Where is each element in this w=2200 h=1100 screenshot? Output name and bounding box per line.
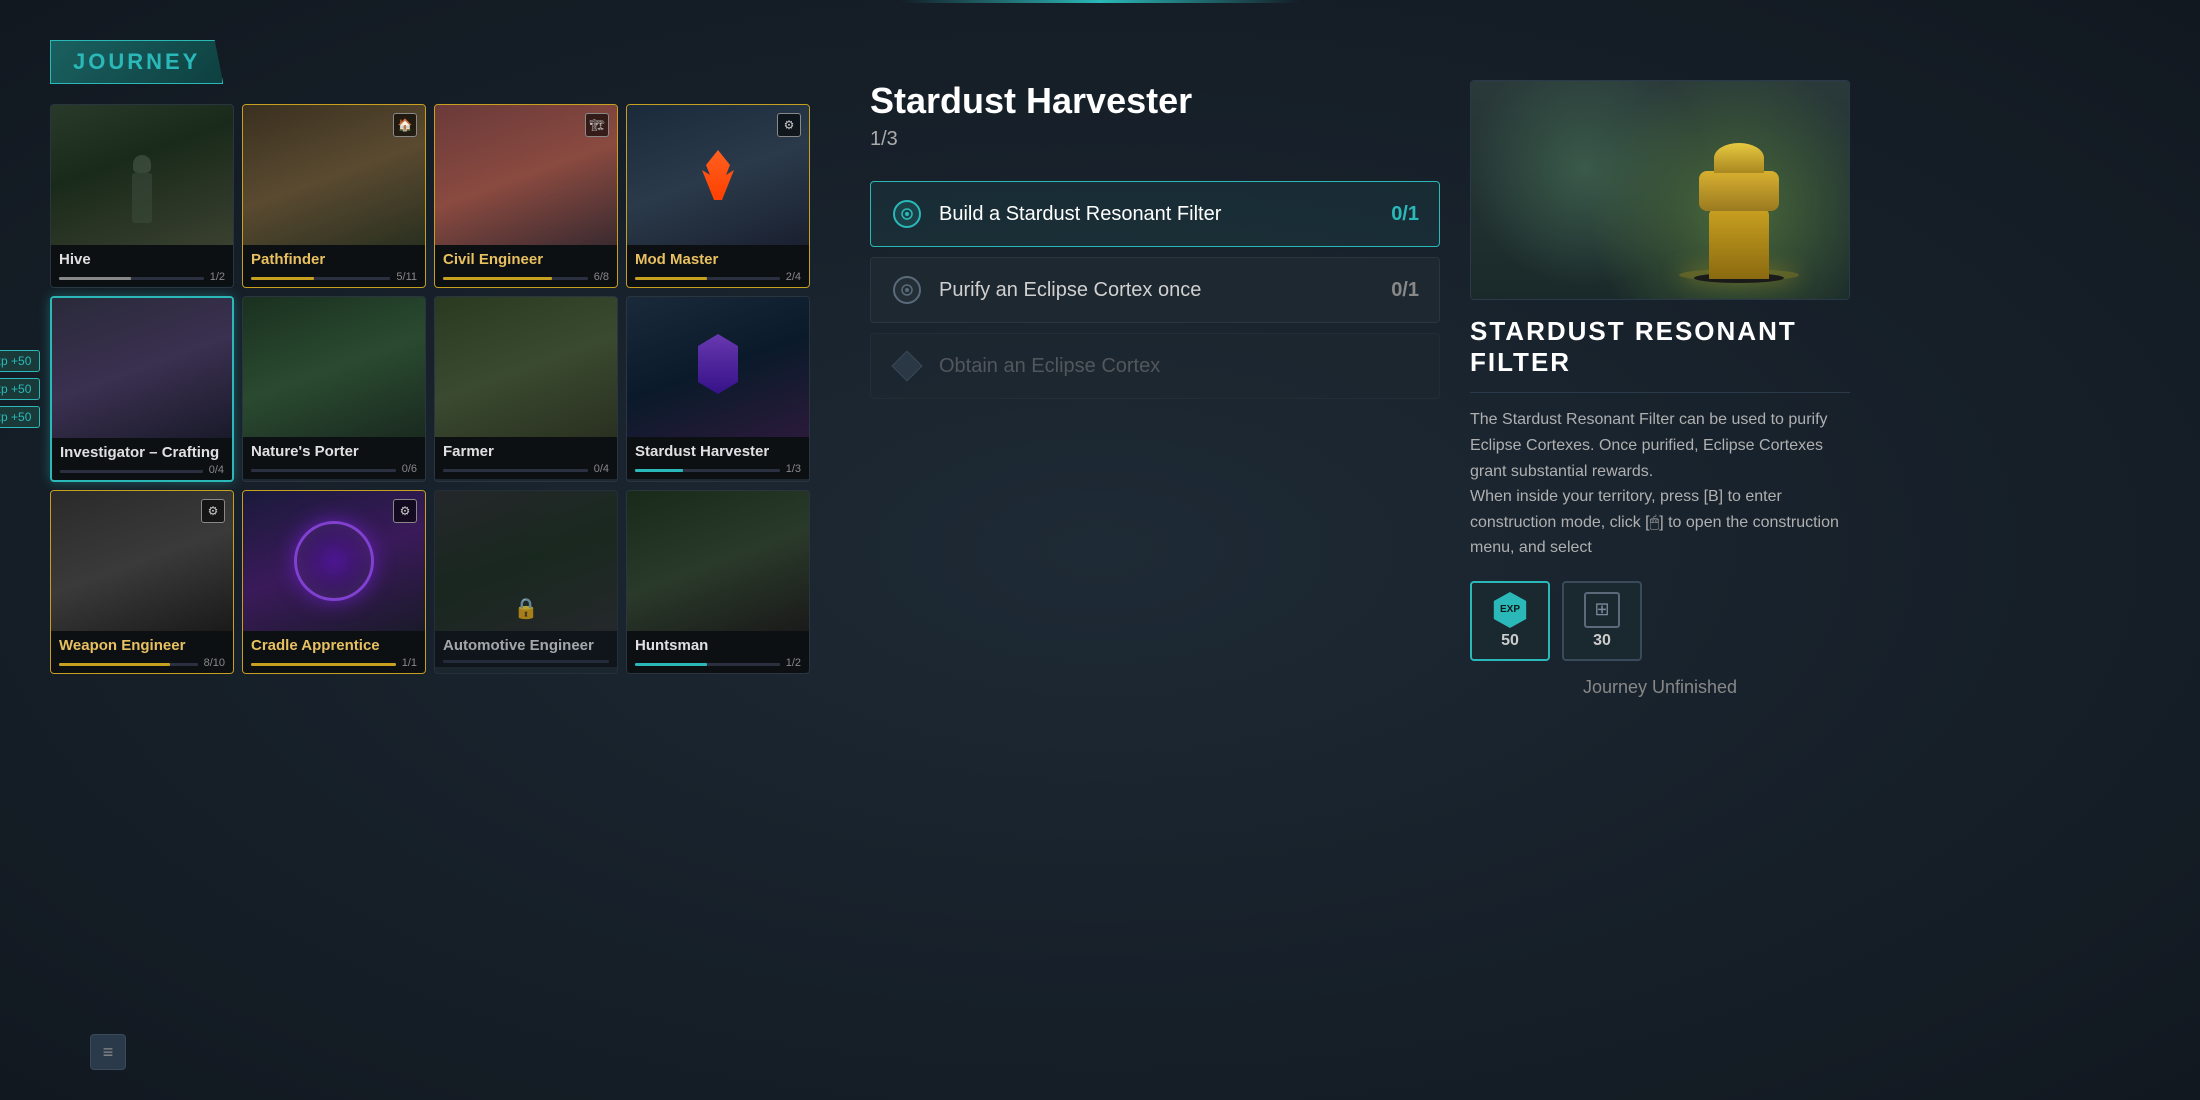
journey-status: Journey Unfinished [1470,677,1850,698]
quest-item-obtain-cortex: Obtain an Eclipse Cortex [870,333,1440,399]
exp-badge-2: Exp +50 [0,378,40,400]
card-hive-name: Hive [59,251,225,269]
card-pathfinder-progress: 5/11 [396,271,417,283]
card-civil-engineer-name: Civil Engineer [443,251,609,269]
card-weapon-engineer-name: Weapon Engineer [59,637,225,655]
quest-item-obtain-cortex-icon [891,350,923,382]
quest-item-build-filter-count: 0/1 [1391,203,1419,226]
cards-grid: Hive 1/2 🏠 Pathfinder 5/11 [50,104,810,674]
quest-item-obtain-cortex-text: Obtain an Eclipse Cortex [939,355,1419,378]
card-natures-porter[interactable]: Nature's Porter 0/6 [242,296,426,482]
card-cradle-apprentice-name: Cradle Apprentice [251,637,417,655]
card-huntsman-progress: 1/2 [786,657,801,669]
card-huntsman-name: Huntsman [635,637,801,655]
card-automotive-engineer[interactable]: 🔒 Automotive Engineer [434,490,618,674]
card-natures-porter-image [243,297,425,437]
card-hive-image [51,105,233,245]
detail-rewards: EXP 50 ⊞ 30 [1470,581,1850,661]
quest-item-build-filter-icon [891,198,923,230]
quest-panel: Stardust Harvester 1/3 Build a Stardust … [840,40,1440,1060]
card-stardust-harvester-image [627,297,809,437]
card-civil-engineer-image: 🏗 [435,105,617,245]
card-farmer-name: Farmer [443,443,609,461]
detail-image-bg [1471,81,1849,299]
card-weapon-engineer-icon: ⚙ [201,499,225,523]
card-cradle-apprentice[interactable]: ⚙ Cradle Apprentice 1/1 [242,490,426,674]
card-mod-master-progress: 2/4 [786,271,801,283]
quest-progress: 1/3 [870,128,1440,151]
stardust-machine [1689,149,1789,279]
card-natures-porter-progress: 0/6 [402,463,417,475]
bottom-nav: ≡ [90,1034,126,1070]
quest-item-purify-cortex[interactable]: Purify an Eclipse Cortex once 0/1 [870,257,1440,323]
reward-exp-value: 50 [1501,632,1519,650]
card-hive[interactable]: Hive 1/2 [50,104,234,288]
card-cradle-apprentice-image: ⚙ [243,491,425,631]
card-huntsman-image [627,491,809,631]
nav-icon[interactable]: ≡ [90,1034,126,1070]
quest-title: Stardust Harvester [870,80,1440,122]
detail-image [1470,80,1850,300]
exp-badge-1: Exp +50 [0,350,40,372]
card-mod-master-image: ⚙ [627,105,809,245]
journey-title: JOURNEY [50,40,223,84]
card-investigator-image [52,298,232,438]
reward-secondary: ⊞ 30 [1562,581,1642,661]
reward-secondary-value: 30 [1593,632,1611,650]
cradle-glow [294,521,374,601]
card-pathfinder-icon: 🏠 [393,113,417,137]
journey-panel: JOURNEY Hive 1/2 [50,40,810,1060]
card-civil-engineer-icon: 🏗 [585,113,609,137]
card-stardust-harvester-name: Stardust Harvester [635,443,801,461]
card-mod-master-name: Mod Master [635,251,801,269]
card-hive-progress: 1/2 [210,271,225,283]
card-mod-master-icon: ⚙ [777,113,801,137]
card-investigator[interactable]: Investigator – Crafting 0/4 [50,296,234,482]
card-pathfinder[interactable]: 🏠 Pathfinder 5/11 [242,104,426,288]
card-stardust-harvester[interactable]: Stardust Harvester 1/3 [626,296,810,482]
exp-badge-3: Exp +50 [0,406,40,428]
card-pathfinder-image: 🏠 [243,105,425,245]
detail-name: STARDUST RESONANT FILTER [1470,316,1850,378]
card-natures-porter-name: Nature's Porter [251,443,417,461]
card-automotive-engineer-name: Automotive Engineer [443,637,609,655]
card-farmer-image [435,297,617,437]
quest-item-build-filter-text: Build a Stardust Resonant Filter [939,203,1375,226]
card-weapon-engineer-progress: 8/10 [204,657,225,669]
reward-secondary-icon: ⊞ [1584,592,1620,628]
card-farmer[interactable]: Farmer 0/4 [434,296,618,482]
mod-master-flame [693,150,743,200]
card-cradle-apprentice-icon: ⚙ [393,499,417,523]
card-weapon-engineer-image: ⚙ [51,491,233,631]
detail-panel: STARDUST RESONANT FILTER The Stardust Re… [1470,40,1850,1060]
detail-description: The Stardust Resonant Filter can be used… [1470,392,1850,561]
exp-hex-icon: EXP [1492,592,1528,628]
card-weapon-engineer[interactable]: ⚙ Weapon Engineer 8/10 [50,490,234,674]
quest-item-purify-cortex-icon [891,274,923,306]
card-pathfinder-name: Pathfinder [251,251,417,269]
quest-item-purify-cortex-count: 0/1 [1391,279,1419,302]
card-mod-master[interactable]: ⚙ Mod Master 2/4 [626,104,810,288]
card-investigator-name: Investigator – Crafting [60,444,224,462]
quest-item-build-filter[interactable]: Build a Stardust Resonant Filter 0/1 [870,181,1440,247]
card-cradle-apprentice-progress: 1/1 [402,657,417,669]
reward-exp: EXP 50 [1470,581,1550,661]
quest-item-purify-cortex-text: Purify an Eclipse Cortex once [939,279,1375,302]
card-investigator-progress: 0/4 [209,464,224,476]
card-farmer-progress: 0/4 [594,463,609,475]
card-civil-engineer-progress: 6/8 [594,271,609,283]
card-huntsman[interactable]: Huntsman 1/2 [626,490,810,674]
card-automotive-engineer-image: 🔒 [435,491,617,631]
card-stardust-harvester-progress: 1/3 [786,463,801,475]
card-civil-engineer[interactable]: 🏗 Civil Engineer 6/8 [434,104,618,288]
